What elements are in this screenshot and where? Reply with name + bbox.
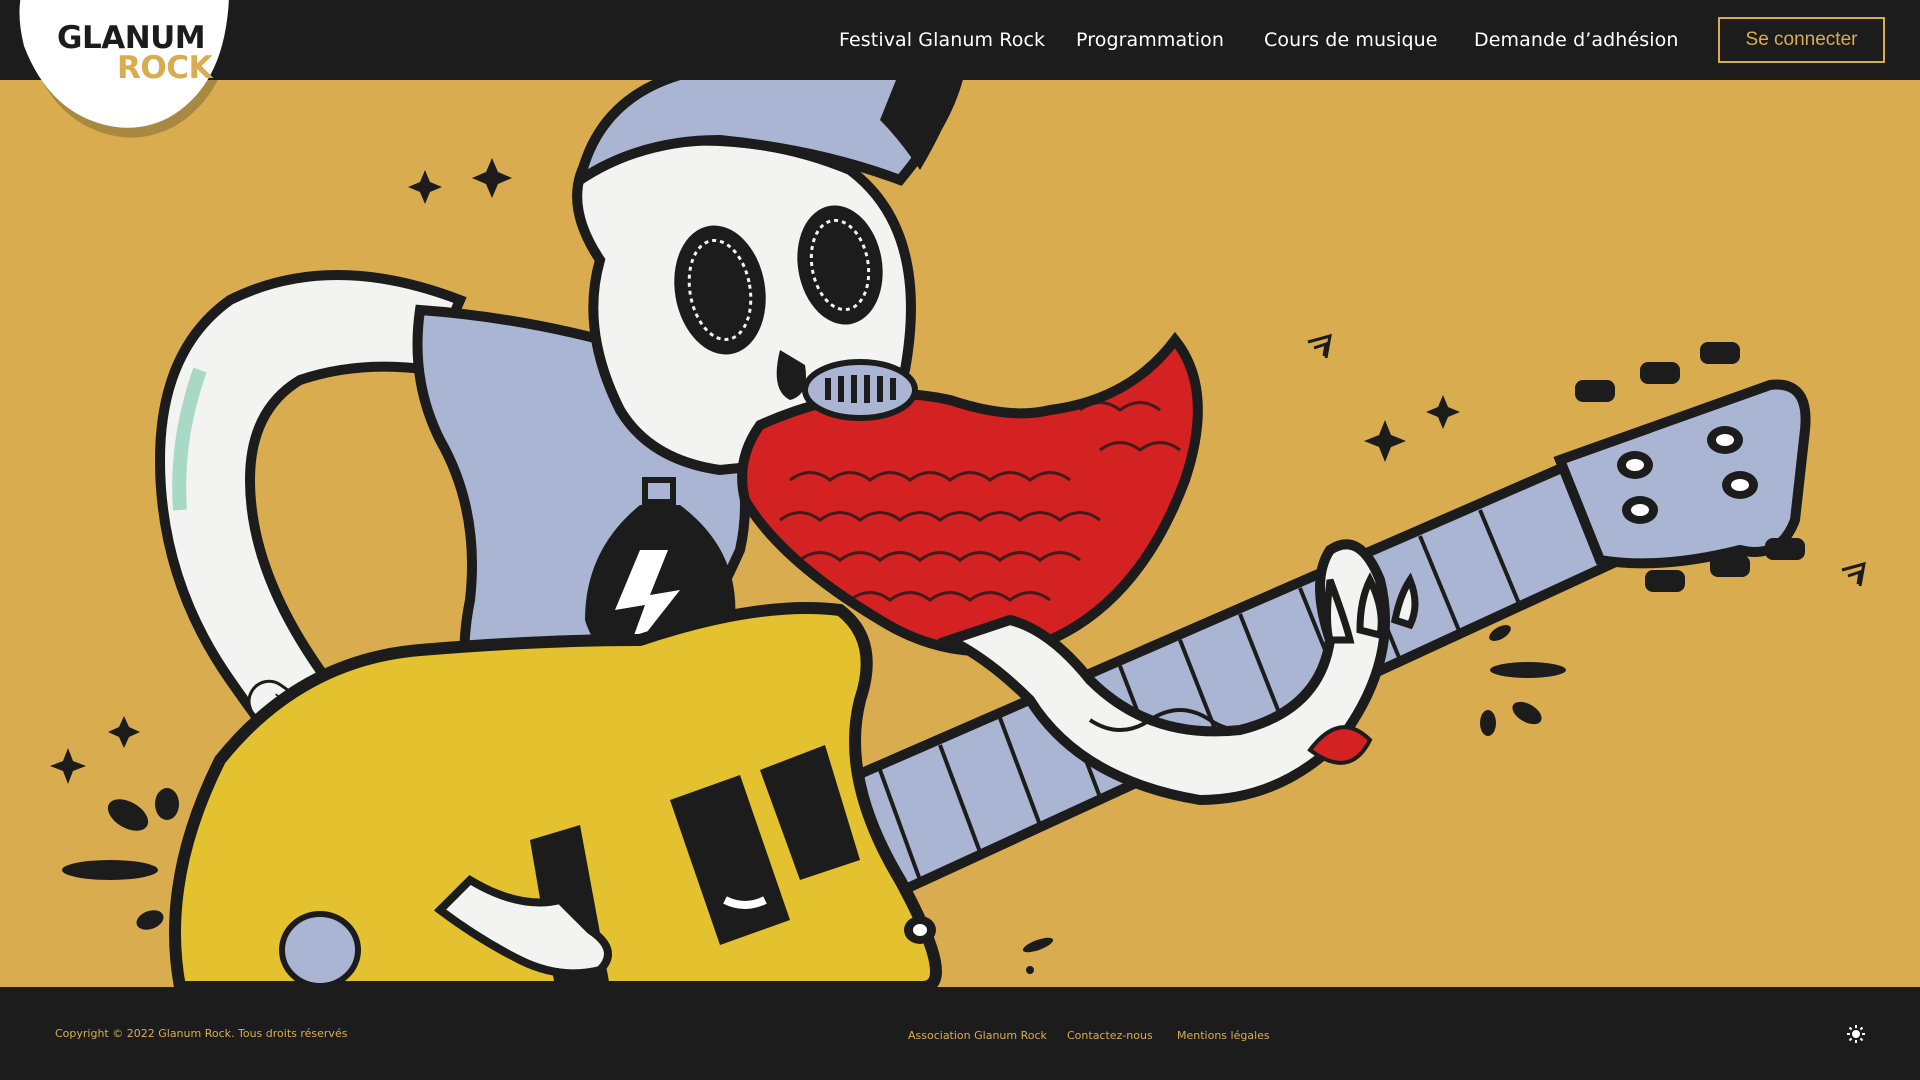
logo-line-1: GLANUM [57,20,206,56]
footer-link-association[interactable]: Association Glanum Rock [908,1029,1047,1042]
hero-illustration: R O C K [0,80,1920,987]
nav-item-adhesion[interactable]: Demande d’adhésion [1474,0,1678,80]
site-footer: Copyright © 2022 Glanum Rock. Tous droit… [0,987,1920,1080]
copyright-text: Copyright © 2022 Glanum Rock. Tous droit… [55,1027,348,1040]
footer-link-contact[interactable]: Contactez-nous [1067,1029,1153,1042]
sun-icon[interactable] [1846,1024,1866,1044]
main-nav: Festival Glanum Rock Programmation Cours… [0,0,1920,80]
site-logo[interactable]: GLANUM ROCK [12,0,235,138]
login-button[interactable]: Se connecter [1718,17,1885,63]
top-navigation-bar: Festival Glanum Rock Programmation Cours… [0,0,1920,80]
skeleton-rocker-illustration: R O C K [50,80,1866,987]
footer-link-mentions-legales[interactable]: Mentions légales [1177,1029,1270,1042]
logo-wordmark: GLANUM ROCK [57,20,213,86]
nav-item-festival[interactable]: Festival Glanum Rock [839,0,1045,80]
nav-item-programmation[interactable]: Programmation [1076,0,1224,80]
logo-line-2: ROCK [117,50,213,86]
nav-item-cours-musique[interactable]: Cours de musique [1264,0,1438,80]
